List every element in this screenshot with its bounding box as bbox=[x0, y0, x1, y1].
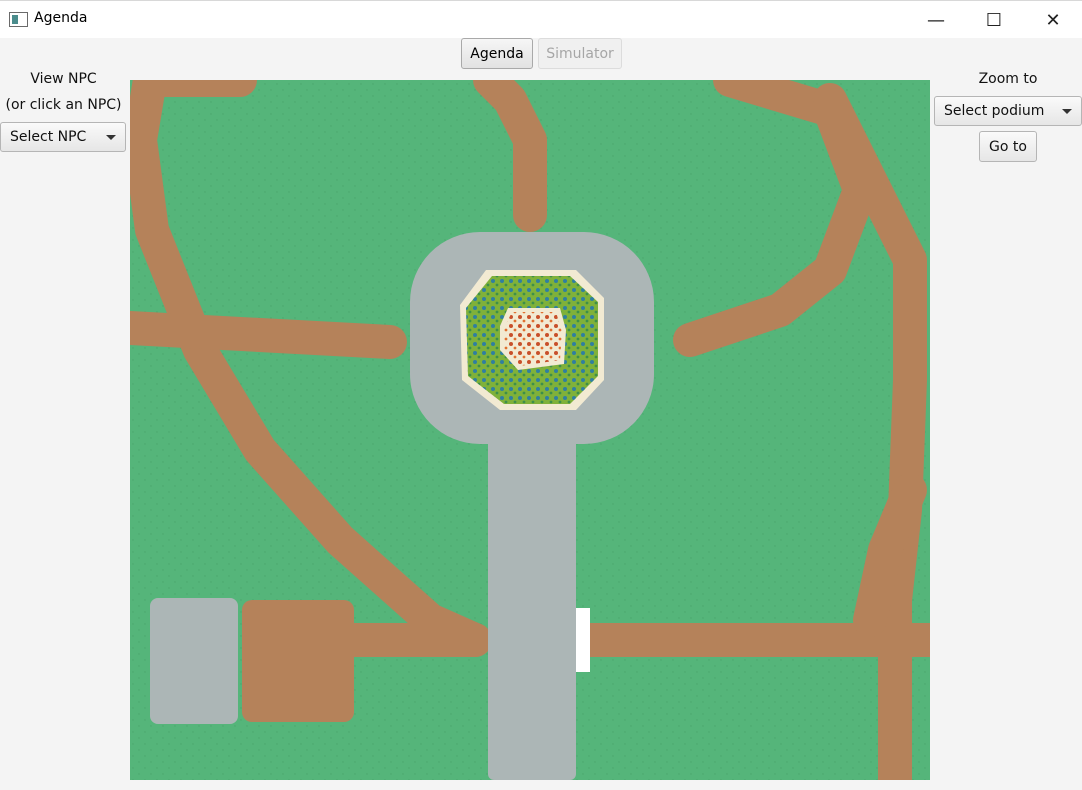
npc-select[interactable]: Select NPC bbox=[0, 122, 126, 152]
view-npc-label: View NPC bbox=[30, 71, 97, 87]
zoom-to-label: Zoom to bbox=[978, 71, 1038, 87]
central-garden bbox=[460, 270, 604, 410]
dirt-yard bbox=[242, 600, 354, 722]
map-marker bbox=[576, 608, 590, 672]
game-map[interactable] bbox=[130, 80, 930, 780]
app-window-icon bbox=[9, 12, 28, 27]
npc-select-value: Select NPC bbox=[10, 129, 87, 145]
dirt-path-west bbox=[130, 311, 407, 359]
podium-select[interactable]: Select podium bbox=[934, 96, 1082, 126]
chevron-down-icon bbox=[1062, 109, 1072, 114]
click-npc-hint: (or click an NPC) bbox=[5, 97, 122, 113]
maximize-icon[interactable]: ☐ bbox=[965, 1, 1023, 39]
podium-select-value: Select podium bbox=[944, 103, 1045, 119]
chevron-down-icon bbox=[106, 135, 116, 140]
window-title: Agenda bbox=[34, 10, 88, 26]
tab-agenda[interactable]: Agenda bbox=[461, 38, 533, 69]
close-icon[interactable]: ✕ bbox=[1024, 1, 1082, 39]
minimize-icon[interactable]: — bbox=[907, 1, 965, 39]
go-to-button[interactable]: Go to bbox=[979, 131, 1037, 162]
tab-simulator: Simulator bbox=[538, 38, 622, 69]
title-bar: Agenda — ☐ ✕ bbox=[0, 0, 1082, 38]
